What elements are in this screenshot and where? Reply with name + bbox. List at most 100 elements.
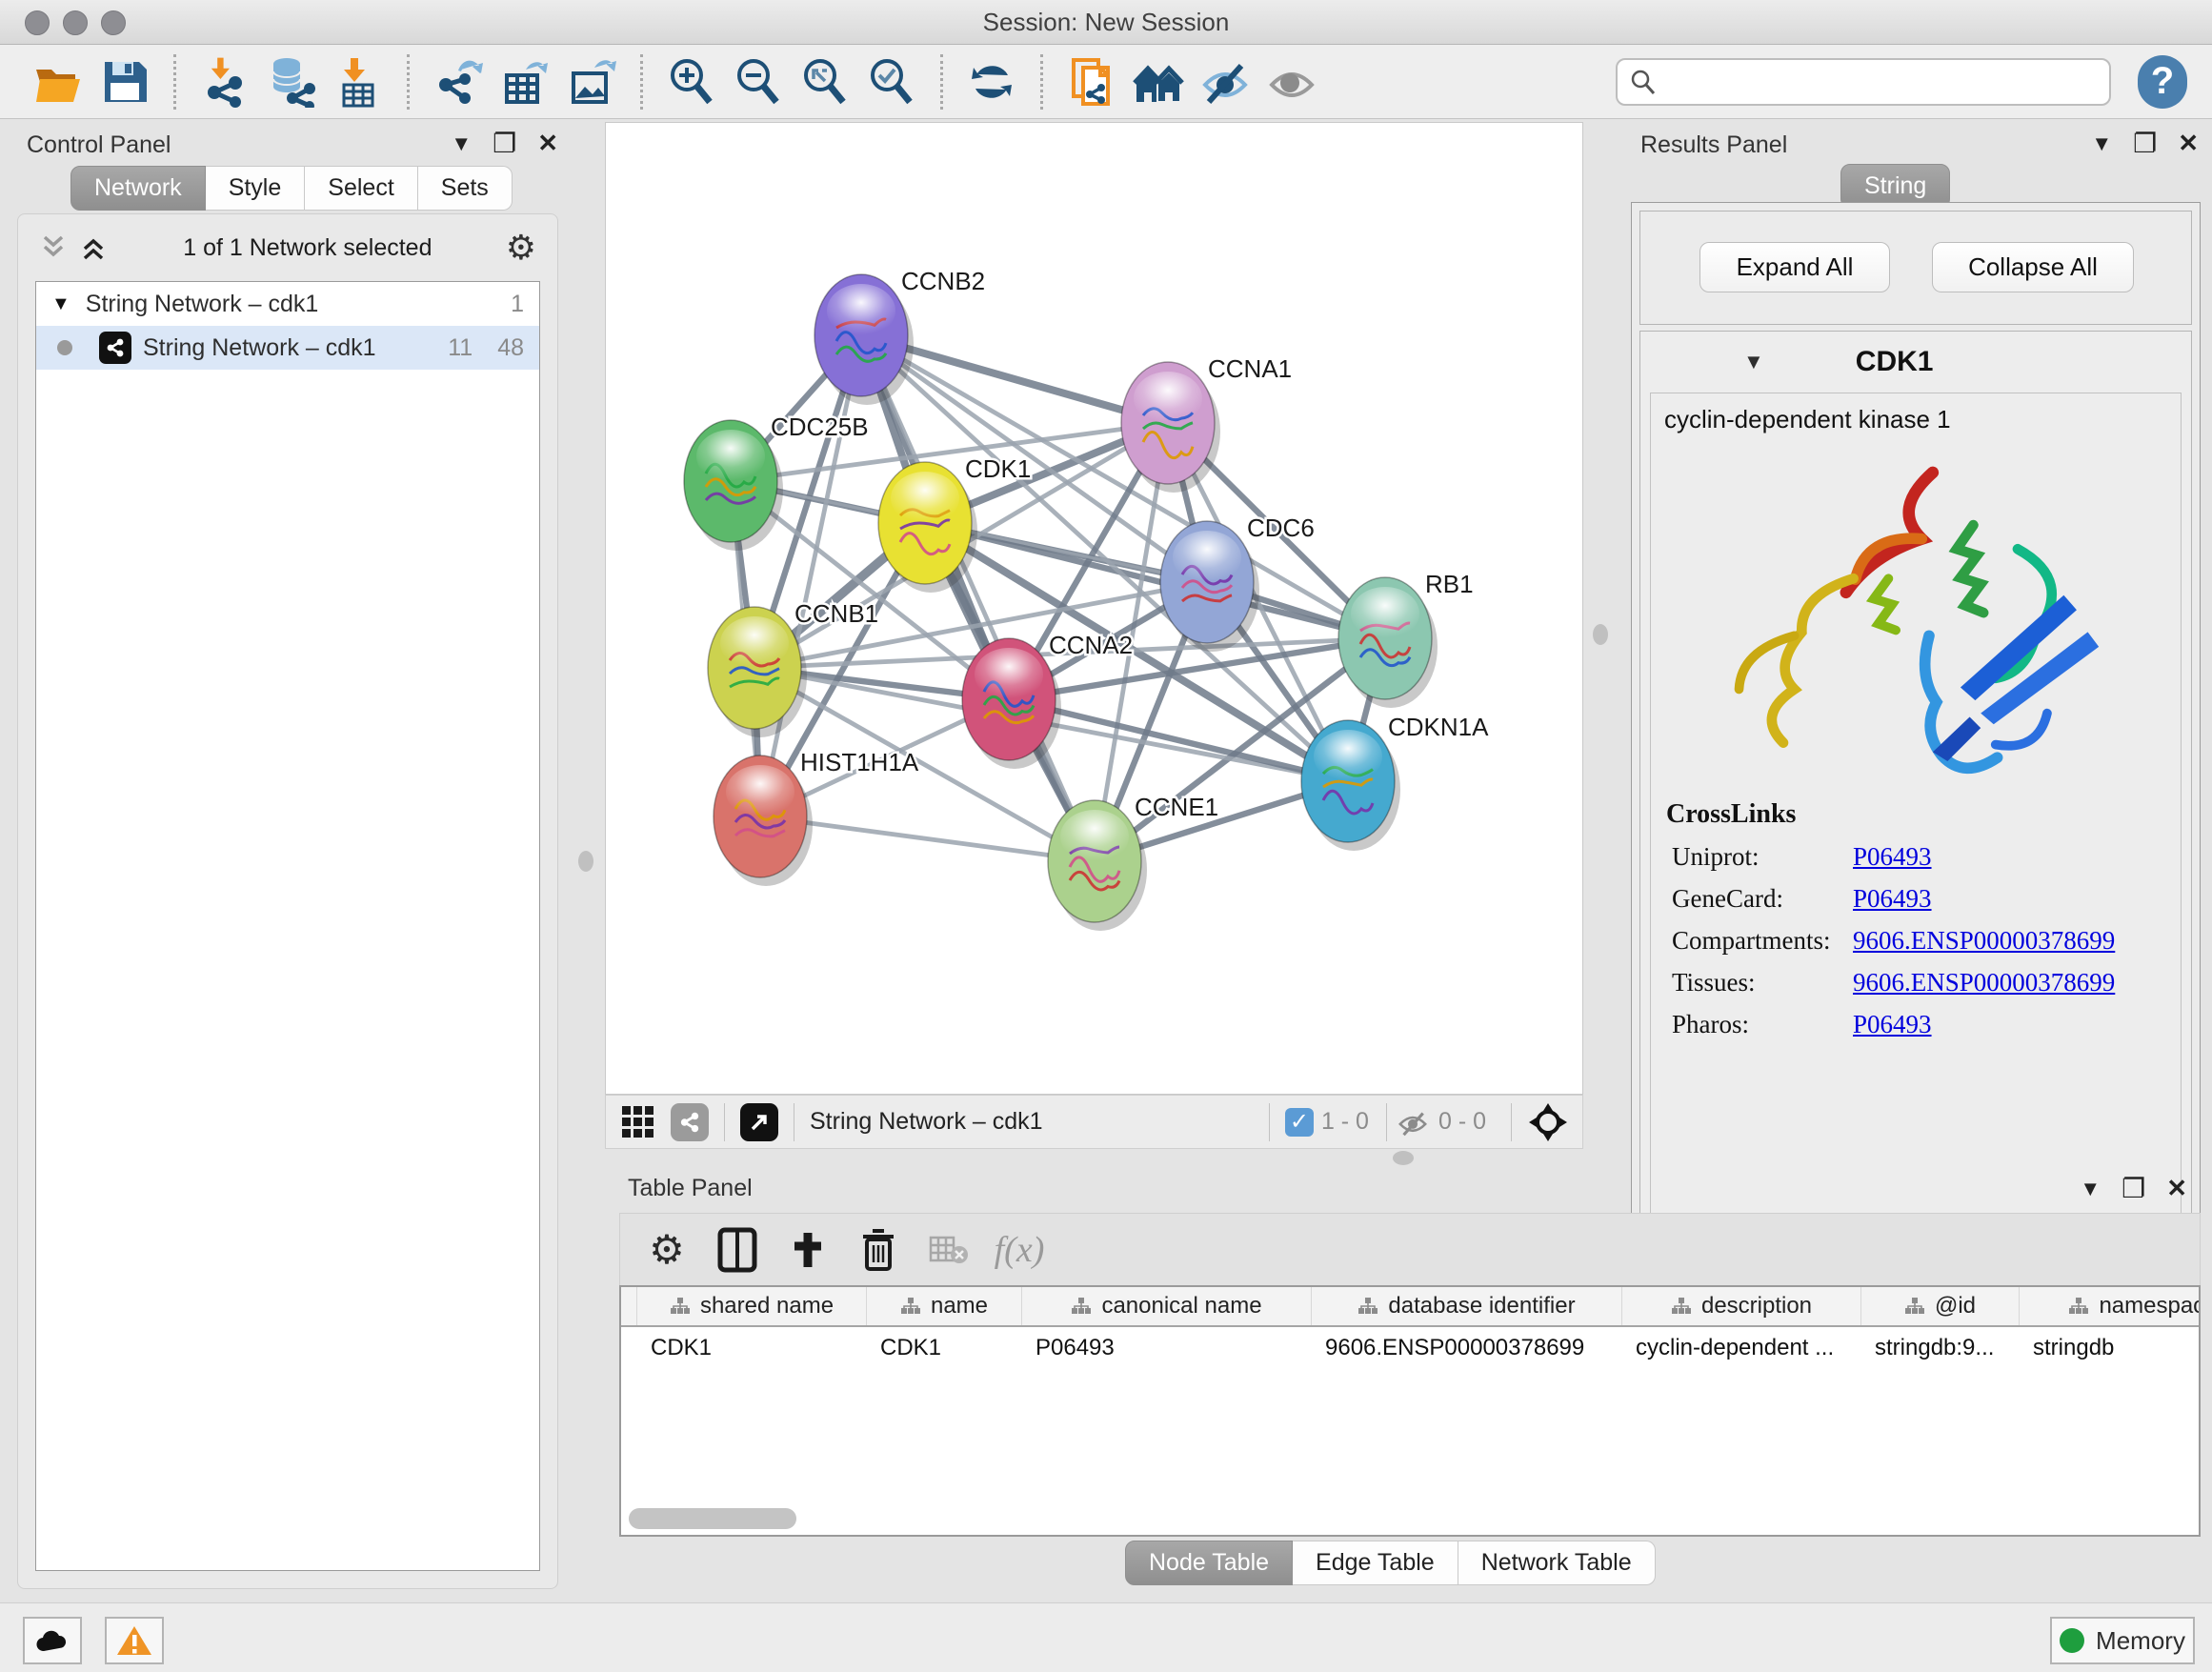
table-cell[interactable]: P06493 <box>1022 1327 1312 1369</box>
table-cell[interactable]: stringdb <box>2020 1327 2201 1369</box>
network-node-CDKN1A[interactable]: CDKN1A <box>1301 713 1489 851</box>
tab-select[interactable]: Select <box>305 166 417 211</box>
open-in-new-window-icon[interactable] <box>740 1103 778 1141</box>
function-builder-icon[interactable]: f(x) <box>994 1224 1045 1276</box>
table-cell[interactable]: 9606.ENSP00000378699 <box>1312 1327 1622 1369</box>
results-panel-float-icon[interactable]: ❐ <box>2133 128 2157 159</box>
tab-node-table[interactable]: Node Table <box>1125 1541 1293 1585</box>
table-horizontal-scrollbar[interactable] <box>629 1508 796 1529</box>
network-collection-row[interactable]: ▼ String Network – cdk1 1 <box>36 282 539 326</box>
table-options-gear-icon[interactable]: ⚙ <box>641 1224 693 1276</box>
column-header-description[interactable]: description <box>1622 1287 1861 1325</box>
selected-count-checkbox-icon[interactable]: ✓ <box>1285 1108 1314 1137</box>
table-row[interactable]: CDK1CDK1P064939606.ENSP00000378699cyclin… <box>621 1327 2201 1369</box>
results-panel-close-icon[interactable]: ✕ <box>2178 129 2199 158</box>
table-cell[interactable]: stringdb:9... <box>1861 1327 2020 1369</box>
right-splitter-handle[interactable] <box>1593 624 1608 645</box>
import-network-database-icon[interactable] <box>265 55 318 109</box>
table-panel: Table Panel ▼ ❐ ✕ ⚙ f(x) shared namename… <box>605 1167 2212 1587</box>
collapse-all-chevron-icon[interactable] <box>37 233 70 262</box>
memory-button[interactable]: Memory <box>2050 1617 2195 1664</box>
network-node-CDC25B[interactable]: CDC25B <box>684 413 869 551</box>
control-panel-float-icon[interactable]: ❐ <box>493 128 516 159</box>
expand-all-chevron-icon[interactable] <box>77 233 110 262</box>
network-node-CCNE1[interactable]: CCNE1 <box>1048 793 1218 931</box>
tab-network[interactable]: Network <box>70 166 206 211</box>
network-view-canvas[interactable]: CCNB2CCNA1CDC25BCDK1CDC6RB1CCNB1CCNA2CDK… <box>605 122 1583 1095</box>
network-node-HIST1H1A[interactable]: HIST1H1A <box>714 748 919 886</box>
delete-table-icon[interactable] <box>923 1224 975 1276</box>
network-node-CCNA1[interactable]: CCNA1 <box>1121 354 1292 493</box>
table-panel-float-icon[interactable]: ❐ <box>2122 1173 2145 1204</box>
zoom-out-icon[interactable] <box>732 55 785 109</box>
expand-all-button[interactable]: Expand All <box>1699 242 1890 292</box>
tab-sets[interactable]: Sets <box>418 166 513 211</box>
show-columns-icon[interactable] <box>712 1224 763 1276</box>
network-options-gear-icon[interactable]: ⚙ <box>506 228 536 268</box>
export-network-icon[interactable] <box>432 55 485 109</box>
network-node-CCNB1[interactable]: CCNB1 <box>708 599 878 737</box>
control-panel-menu-caret[interactable]: ▼ <box>451 131 472 156</box>
table-cell[interactable]: cyclin-dependent ... <box>1622 1327 1861 1369</box>
results-panel-menu-caret[interactable]: ▼ <box>2091 131 2112 156</box>
crosslink-link[interactable]: 9606.ENSP00000378699 <box>1853 968 2115 997</box>
open-session-icon[interactable] <box>31 55 85 109</box>
collapse-all-button[interactable]: Collapse All <box>1932 242 2134 292</box>
tab-style[interactable]: Style <box>206 166 306 211</box>
import-table-file-icon[interactable] <box>332 55 385 109</box>
column-header-shared-name[interactable]: shared name <box>637 1287 867 1325</box>
column-header-name[interactable]: name <box>867 1287 1022 1325</box>
copy-style-icon[interactable] <box>1065 55 1118 109</box>
table-panel-close-icon[interactable]: ✕ <box>2166 1174 2187 1203</box>
table-cell[interactable]: CDK1 <box>867 1327 1022 1369</box>
tab-edge-table[interactable]: Edge Table <box>1293 1541 1458 1585</box>
network-list: ▼ String Network – cdk1 1 String Network… <box>35 281 540 1571</box>
table-cell[interactable]: CDK1 <box>637 1327 867 1369</box>
network-node-RB1[interactable]: RB1 <box>1338 570 1474 708</box>
save-session-icon[interactable] <box>98 55 151 109</box>
crosslink-link[interactable]: P06493 <box>1853 842 1932 872</box>
export-table-icon[interactable] <box>498 55 552 109</box>
import-network-file-icon[interactable] <box>198 55 251 109</box>
hide-selected-icon[interactable] <box>1198 55 1252 109</box>
string-network-graph[interactable]: CCNB2CCNA1CDC25BCDK1CDC6RB1CCNB1CCNA2CDK… <box>606 123 1582 1094</box>
tab-network-table[interactable]: Network Table <box>1458 1541 1656 1585</box>
bottom-splitter-handle[interactable] <box>1393 1151 1414 1165</box>
collection-expander-icon[interactable]: ▼ <box>51 293 70 315</box>
crosslink-link[interactable]: P06493 <box>1853 884 1932 914</box>
network-overview-icon[interactable] <box>671 1103 709 1141</box>
column-header--id[interactable]: @id <box>1861 1287 2020 1325</box>
network-node-CCNA2[interactable]: CCNA2 <box>962 631 1133 769</box>
network-edge-CCNB2-HIST1H1A[interactable] <box>760 335 861 816</box>
node-table[interactable]: shared namenamecanonical namedatabase id… <box>619 1285 2201 1537</box>
column-header-canonical-name[interactable]: canonical name <box>1022 1287 1312 1325</box>
crosslink-link[interactable]: P06493 <box>1853 1010 1932 1039</box>
network-row[interactable]: String Network – cdk1 11 48 <box>36 326 539 370</box>
zoom-fit-icon[interactable] <box>798 55 852 109</box>
control-panel-close-icon[interactable]: ✕ <box>537 129 558 158</box>
column-header-database-identifier[interactable]: database identifier <box>1312 1287 1622 1325</box>
network-edge-CCNB2-CCNE1[interactable] <box>861 335 1095 861</box>
help-icon[interactable]: ? <box>2138 55 2187 109</box>
column-header-namespace[interactable]: namespace <box>2020 1287 2201 1325</box>
show-all-icon[interactable] <box>1265 55 1318 109</box>
table-gutter <box>621 1287 637 1325</box>
birdseye-grid-icon[interactable] <box>619 1103 657 1141</box>
control-panel-title: Control Panel <box>27 131 171 159</box>
apply-layout-icon[interactable] <box>965 55 1018 109</box>
table-panel-menu-caret[interactable]: ▼ <box>2080 1177 2101 1201</box>
fit-content-crosshair-icon[interactable] <box>1527 1101 1569 1143</box>
zoom-in-icon[interactable] <box>665 55 718 109</box>
delete-column-trash-icon[interactable] <box>853 1224 904 1276</box>
crosslink-link[interactable]: 9606.ENSP00000378699 <box>1853 926 2115 956</box>
search-input[interactable] <box>1658 68 2098 96</box>
export-image-icon[interactable] <box>565 55 618 109</box>
first-neighbors-icon[interactable] <box>1132 55 1185 109</box>
network-node-CCNB2[interactable]: CCNB2 <box>814 267 985 405</box>
create-column-plus-icon[interactable] <box>782 1224 834 1276</box>
cloud-icon[interactable] <box>23 1617 82 1664</box>
gene-expander-icon[interactable]: ▼ <box>1743 350 1764 374</box>
zoom-selected-icon[interactable] <box>865 55 918 109</box>
warning-icon[interactable] <box>105 1617 164 1664</box>
left-splitter-handle[interactable] <box>578 851 593 872</box>
